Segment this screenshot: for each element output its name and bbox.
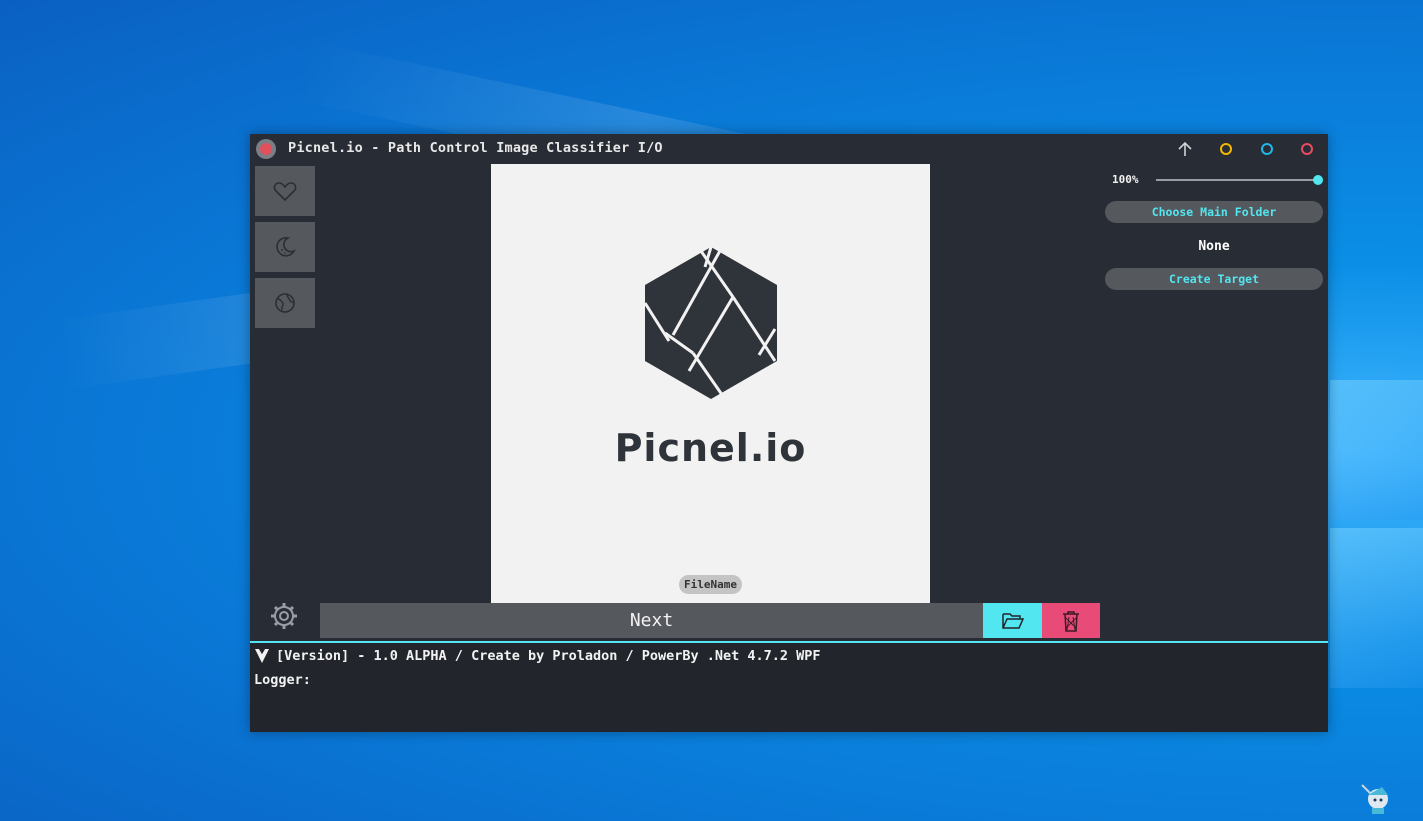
close-button[interactable]: [1298, 140, 1316, 158]
moon-icon: [276, 237, 296, 257]
next-button[interactable]: Next: [320, 603, 983, 638]
windows-logo-pane: [1330, 528, 1423, 688]
minimize-button[interactable]: [1217, 140, 1235, 158]
filename-badge: FileName: [679, 575, 742, 594]
logo-wordmark: Picnel.io: [614, 426, 807, 470]
delete-button[interactable]: [1042, 603, 1100, 638]
maximize-circle-icon: [1261, 143, 1273, 155]
zoom-label: 100%: [1112, 173, 1139, 186]
sidebar-item-favorite[interactable]: [255, 166, 315, 216]
window-title: Picnel.io - Path Control Image Classifie…: [288, 140, 663, 156]
app-logo-icon: [256, 139, 276, 159]
sidebar-item-night[interactable]: [255, 222, 315, 272]
tray-mascot-icon[interactable]: [1360, 781, 1392, 815]
globe-icon: [275, 293, 295, 313]
next-button-label: Next: [629, 610, 674, 631]
windows-logo-pane: [1330, 380, 1423, 520]
arrow-up-icon[interactable]: [1176, 140, 1194, 158]
minimize-circle-icon: [1220, 143, 1232, 155]
version-info: [Version] - 1.0 ALPHA / Create by Prolad…: [254, 648, 821, 664]
settings-gear-icon[interactable]: [268, 600, 300, 632]
zoom-slider-thumb[interactable]: [1313, 175, 1323, 185]
open-folder-button[interactable]: [983, 603, 1042, 638]
vue-logo-icon: [255, 649, 269, 663]
image-viewer[interactable]: Picnel.io FileName: [491, 164, 930, 603]
hexagon-logo-icon: [643, 246, 777, 400]
heart-icon: [273, 182, 297, 202]
create-target-button[interactable]: Create Target: [1105, 268, 1323, 290]
close-circle-icon: [1301, 143, 1313, 155]
choose-main-folder-label: Choose Main Folder: [1151, 205, 1277, 219]
trash-icon: [1063, 610, 1079, 632]
folder-path-value: None: [1198, 239, 1230, 254]
title-bar[interactable]: Picnel.io - Path Control Image Classifie…: [250, 134, 1328, 164]
zoom-slider-track[interactable]: [1156, 179, 1318, 181]
log-panel: [Version] - 1.0 ALPHA / Create by Prolad…: [250, 643, 1328, 732]
version-text: [Version] - 1.0 ALPHA / Create by Prolad…: [276, 648, 821, 664]
create-target-label: Create Target: [1168, 272, 1259, 286]
app-window: Picnel.io - Path Control Image Classifie…: [250, 134, 1328, 732]
maximize-button[interactable]: [1258, 140, 1276, 158]
logger-label: Logger:: [254, 672, 311, 688]
folder-open-icon: [1001, 612, 1024, 629]
choose-main-folder-button[interactable]: Choose Main Folder: [1105, 201, 1323, 223]
sidebar-item-web[interactable]: [255, 278, 315, 328]
